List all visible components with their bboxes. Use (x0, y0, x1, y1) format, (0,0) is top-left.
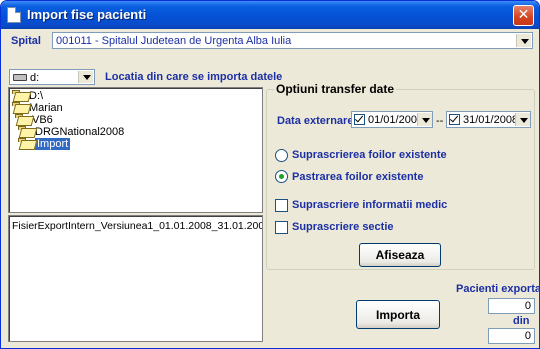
radio-keep[interactable] (275, 170, 288, 183)
folder-icon (15, 114, 30, 125)
drive-select[interactable]: d: (9, 69, 95, 85)
chevron-down-icon[interactable] (515, 113, 530, 126)
folder-label: VB6 (32, 114, 53, 126)
close-button[interactable]: ✕ (513, 5, 534, 26)
checkbox-sectie[interactable] (275, 221, 288, 234)
folder-label: DRGNational2008 (35, 126, 125, 138)
group-title: Optiuni transfer date (274, 82, 397, 96)
date-to-checkbox[interactable] (449, 114, 460, 125)
import-window: Import fise pacienti ✕ Spital 001011 - S… (0, 0, 540, 349)
exported-label: Pacienti exportati (456, 283, 540, 295)
spital-select[interactable]: 001011 - Spitalul Judetean de Urgenta Al… (52, 32, 533, 49)
radio-keep-label[interactable]: Pastrarea foilor existente (292, 171, 423, 183)
document-icon (7, 7, 21, 23)
import-button-label: Importa (375, 307, 420, 322)
date-to-value: 31/01/2008 (463, 114, 519, 126)
date-to-picker[interactable]: 31/01/2008 (446, 111, 531, 128)
checkbox-medic-label[interactable]: Suprascriere informatii medic (292, 199, 447, 211)
checkbox-medic[interactable] (275, 199, 288, 212)
folder-item-selected[interactable]: Import (18, 138, 71, 151)
window-title: Import fise pacienti (27, 7, 147, 22)
show-button[interactable]: Afiseaza (359, 243, 441, 267)
close-icon: ✕ (517, 7, 530, 23)
hard-drive-icon (13, 74, 27, 81)
date-separator: -- (436, 115, 444, 127)
folder-icon (18, 126, 33, 137)
folder-icon (12, 90, 27, 101)
total-count: 0 (488, 328, 535, 344)
import-button[interactable]: Importa (356, 300, 440, 329)
file-list[interactable]: FisierExportIntern_Versiunea1_01.01.2008… (8, 215, 263, 342)
spital-select-value: 001011 - Spitalul Judetean de Urgenta Al… (56, 35, 292, 47)
folder-tree[interactable]: D:\ Marian VB6 DRGNational2008 Import (8, 87, 263, 213)
checkbox-sectie-label[interactable]: Suprascriere sectie (292, 221, 394, 233)
date-from-value: 01/01/2008 (368, 114, 424, 126)
location-hint: Locatia din care se importa datele (105, 71, 283, 83)
date-from-checkbox[interactable] (354, 114, 365, 125)
folder-label: Import (35, 138, 71, 150)
drive-select-value: d: (30, 72, 40, 84)
chevron-down-icon[interactable] (78, 71, 93, 83)
date-label: Data externare: (277, 115, 358, 127)
show-button-label: Afiseaza (375, 248, 425, 262)
folder-icon (18, 138, 33, 149)
date-from-picker[interactable]: 01/01/2008 (351, 111, 433, 128)
radio-overwrite-label[interactable]: Suprascrierea foilor existente (292, 149, 447, 161)
spital-label: Spital (11, 35, 41, 47)
chevron-down-icon[interactable] (516, 34, 531, 47)
radio-overwrite[interactable] (275, 149, 288, 162)
folder-label: Marian (29, 102, 63, 114)
file-list-item[interactable]: FisierExportIntern_Versiunea1_01.01.2008… (12, 220, 262, 233)
title-bar[interactable]: Import fise pacienti ✕ (1, 1, 539, 29)
chevron-down-icon[interactable] (417, 113, 432, 126)
exported-count: 0 (488, 298, 535, 314)
din-label: din (513, 315, 530, 327)
folder-icon (12, 102, 27, 113)
